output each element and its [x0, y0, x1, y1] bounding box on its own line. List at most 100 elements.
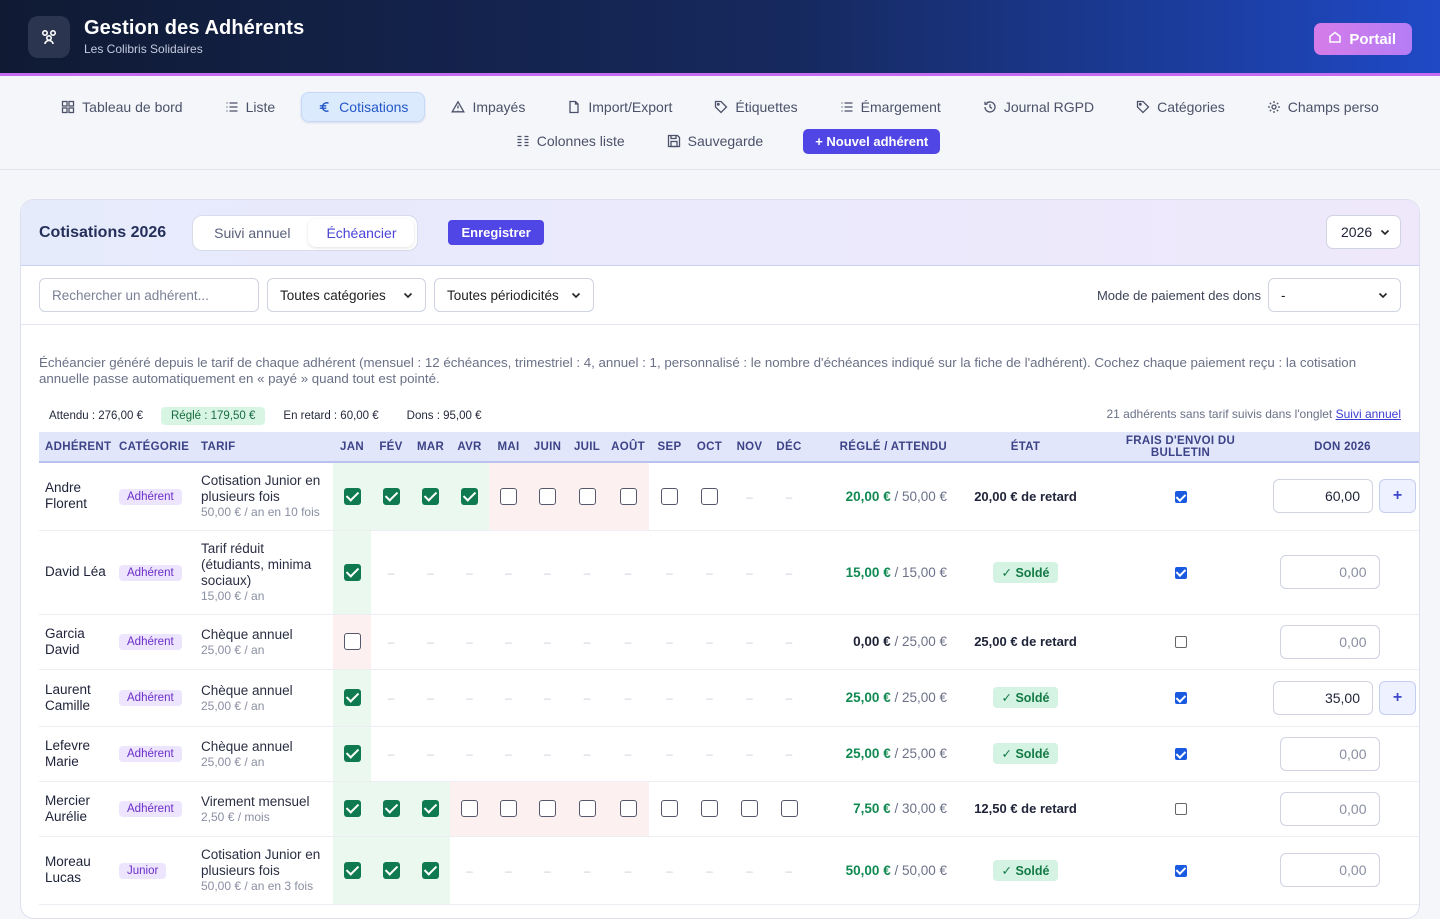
payment-checkbox[interactable]	[461, 800, 478, 817]
list-icon	[840, 100, 854, 114]
payment-checkbox[interactable]	[382, 800, 400, 817]
nav-import-export[interactable]: Import/Export	[551, 93, 688, 121]
year-select[interactable]: 2026	[1326, 215, 1401, 249]
col-fees: FRAIS D'ENVOI DU BULLETIN	[1098, 432, 1263, 463]
donation-input[interactable]: 0,00	[1279, 624, 1380, 659]
payment-checkbox[interactable]	[343, 487, 361, 505]
payment-checkbox[interactable]	[500, 800, 517, 817]
fees-checkbox[interactable]	[1174, 803, 1187, 816]
payment-checkbox[interactable]	[461, 487, 478, 505]
nav-emargement[interactable]: Émargement	[824, 93, 957, 121]
no-installment: –	[387, 565, 395, 580]
donation-input[interactable]: 0,00	[1279, 853, 1380, 887]
member-name[interactable]: Lefevre Marie	[45, 738, 90, 769]
no-installment: –	[785, 691, 793, 705]
no-installment: –	[583, 565, 591, 580]
payment-checkbox[interactable]	[701, 487, 718, 505]
member-name[interactable]: Laurent Camille	[45, 682, 91, 713]
payment-checkbox[interactable]	[422, 861, 439, 879]
payment-checkbox[interactable]	[382, 487, 400, 505]
donation-input[interactable]: 35,00	[1273, 680, 1373, 715]
col-tarif: TARIF	[195, 432, 333, 463]
donation-input[interactable]: 0,00	[1279, 736, 1380, 771]
fees-checkbox[interactable]	[1174, 566, 1187, 579]
chevron-down-icon	[403, 288, 413, 303]
payment-checkbox[interactable]	[343, 745, 361, 762]
fees-checkbox[interactable]	[1174, 748, 1187, 761]
warning-icon	[451, 100, 466, 114]
member-name[interactable]: Moreau Lucas	[45, 854, 91, 885]
payment-checkbox[interactable]	[539, 487, 556, 505]
no-installment: –	[706, 747, 713, 761]
payment-checkbox[interactable]	[578, 800, 596, 817]
table-row: Andre Florent Adhérent Cotisation Junior e…	[39, 462, 1419, 531]
no-installment: –	[624, 691, 632, 705]
tab-schedule[interactable]: Échéancier	[308, 218, 415, 247]
expected-amount: / 25,00 €	[890, 690, 947, 705]
app-subtitle: Les Colibris Solidaires	[84, 42, 203, 56]
tarif-detail: 50,00 € / an en 3 fois	[201, 879, 314, 893]
save-button[interactable]: Enregistrer	[448, 220, 544, 245]
payment-checkbox[interactable]	[343, 689, 361, 706]
member-name[interactable]: David Léa	[45, 564, 106, 579]
donation-input[interactable]: 0,00	[1279, 555, 1380, 589]
paid-amount: 7,50 €	[853, 801, 891, 816]
panel-title: Cotisations 2026	[39, 223, 167, 241]
add-donation-button[interactable]: +	[1379, 479, 1416, 514]
donations-total: Dons : 95,00 €	[406, 409, 482, 422]
donation-mode-select[interactable]: -	[1268, 278, 1401, 312]
expected-total: Attendu : 276,00 €	[49, 409, 143, 422]
nav-etiquettes[interactable]: Étiquettes	[698, 93, 813, 121]
no-installment: –	[583, 635, 591, 649]
member-name[interactable]: Garcia David	[45, 626, 85, 657]
untracked-note: 21 adhérents sans tarif suivis dans l'on…	[1106, 407, 1402, 421]
donation-input[interactable]: 0,00	[1279, 791, 1380, 826]
nav-liste[interactable]: Liste	[209, 93, 292, 121]
nav-journal-rgpd[interactable]: Journal RGPD	[967, 93, 1110, 121]
payment-checkbox[interactable]	[619, 487, 637, 505]
payment-checkbox[interactable]	[343, 861, 361, 879]
member-name[interactable]: Mercier Aurélie	[45, 793, 90, 824]
new-member-button[interactable]: + Nouvel adhérent	[803, 128, 941, 154]
no-installment: –	[387, 635, 395, 649]
portal-button[interactable]: Portail	[1314, 23, 1412, 55]
payment-checkbox[interactable]	[343, 563, 361, 581]
category-select[interactable]: Toutes catégories	[267, 278, 426, 312]
nav-impayes[interactable]: Impayés	[435, 93, 541, 121]
payment-checkbox[interactable]	[422, 487, 439, 505]
payment-checkbox[interactable]	[539, 800, 556, 817]
add-donation-button[interactable]: +	[1379, 680, 1416, 715]
fees-checkbox[interactable]	[1174, 864, 1187, 877]
fees-checkbox[interactable]	[1174, 692, 1187, 705]
no-installment: –	[706, 691, 713, 705]
payment-checkbox[interactable]	[343, 800, 361, 817]
payment-checkbox[interactable]	[500, 487, 517, 505]
nav-sauvegarde[interactable]: Sauvegarde	[651, 127, 780, 155]
payment-checkbox[interactable]	[619, 800, 637, 817]
payment-checkbox[interactable]	[382, 861, 400, 879]
fees-checkbox[interactable]	[1174, 636, 1187, 649]
donation-input[interactable]: 60,00	[1273, 479, 1373, 514]
annual-tracking-link[interactable]: Suivi annuel	[1336, 407, 1401, 421]
table-row: Mercier Aurélie Adhérent Virement mensuel 2…	[39, 781, 1419, 837]
member-name[interactable]: Andre Florent	[45, 480, 87, 511]
nav-categories[interactable]: Catégories	[1120, 93, 1241, 121]
payment-checkbox[interactable]	[780, 800, 798, 817]
nav-tableau-de-bord[interactable]: Tableau de bord	[45, 93, 198, 121]
payment-checkbox[interactable]	[578, 487, 596, 505]
payment-checkbox[interactable]	[661, 800, 678, 817]
payment-checkbox[interactable]	[701, 800, 718, 817]
payment-checkbox[interactable]	[343, 633, 361, 650]
search-input[interactable]: Rechercher un adhérent...	[39, 278, 259, 312]
nav-cotisations[interactable]: Cotisations	[301, 92, 426, 122]
periodicity-select[interactable]: Toutes périodicités	[434, 278, 594, 312]
nav-colonnes-liste[interactable]: Colonnes liste	[500, 127, 641, 155]
tag-icon	[714, 100, 728, 114]
payment-checkbox[interactable]	[422, 800, 439, 817]
tab-annual[interactable]: Suivi annuel	[196, 219, 308, 247]
nav-champs-perso[interactable]: Champs perso	[1251, 93, 1395, 121]
payment-checkbox[interactable]	[741, 800, 758, 817]
payment-checkbox[interactable]	[661, 487, 678, 505]
no-installment: –	[706, 863, 713, 878]
fees-checkbox[interactable]	[1174, 491, 1187, 504]
